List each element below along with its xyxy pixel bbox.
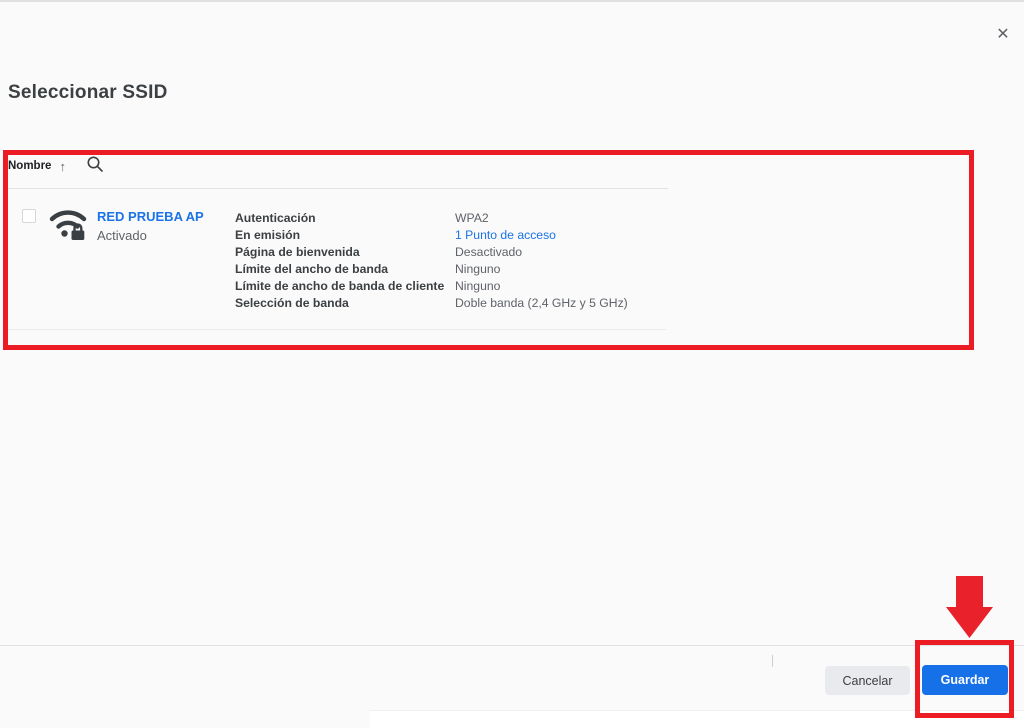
detail-value: WPA2 bbox=[455, 210, 628, 227]
detail-label: En emisión bbox=[235, 227, 455, 244]
annotation-arrow-down-icon bbox=[946, 576, 993, 643]
detail-value: Doble banda (2,4 GHz y 5 GHz) bbox=[455, 295, 628, 312]
cancel-button[interactable]: Cancelar bbox=[825, 666, 910, 695]
footer-tick-mark bbox=[772, 655, 773, 667]
header-divider bbox=[8, 188, 668, 189]
ssid-status: Activado bbox=[97, 228, 147, 243]
ssid-name-link[interactable]: RED PRUEBA AP bbox=[97, 209, 204, 224]
footer-divider bbox=[0, 645, 1024, 646]
window-top-border bbox=[0, 0, 1024, 2]
detail-value: Desactivado bbox=[455, 244, 628, 261]
page-title: Seleccionar SSID bbox=[8, 82, 168, 104]
close-icon[interactable]: ✕ bbox=[991, 22, 1015, 46]
detail-label: Página de bienvenida bbox=[235, 244, 455, 261]
column-header-nombre[interactable]: Nombre bbox=[8, 160, 51, 172]
table-header: Nombre ↑ bbox=[8, 156, 66, 176]
row-divider bbox=[8, 329, 666, 330]
underlying-page-edge bbox=[370, 710, 1024, 728]
detail-label: Autenticación bbox=[235, 210, 455, 227]
detail-label: Límite del ancho de banda bbox=[235, 261, 455, 278]
ssid-details: Autenticación WPA2 En emisión 1 Punto de… bbox=[235, 210, 628, 312]
detail-value: Ninguno bbox=[455, 278, 628, 295]
ssid-checkbox[interactable] bbox=[22, 209, 36, 223]
wifi-lock-icon bbox=[47, 204, 89, 247]
detail-value: Ninguno bbox=[455, 261, 628, 278]
detail-label: Selección de banda bbox=[235, 295, 455, 312]
detail-label: Límite de ancho de banda de cliente bbox=[235, 278, 455, 295]
save-button[interactable]: Guardar bbox=[922, 665, 1008, 695]
sort-ascending-icon[interactable]: ↑ bbox=[59, 159, 66, 174]
search-icon[interactable] bbox=[86, 155, 104, 173]
detail-value-link[interactable]: 1 Punto de acceso bbox=[455, 227, 628, 244]
